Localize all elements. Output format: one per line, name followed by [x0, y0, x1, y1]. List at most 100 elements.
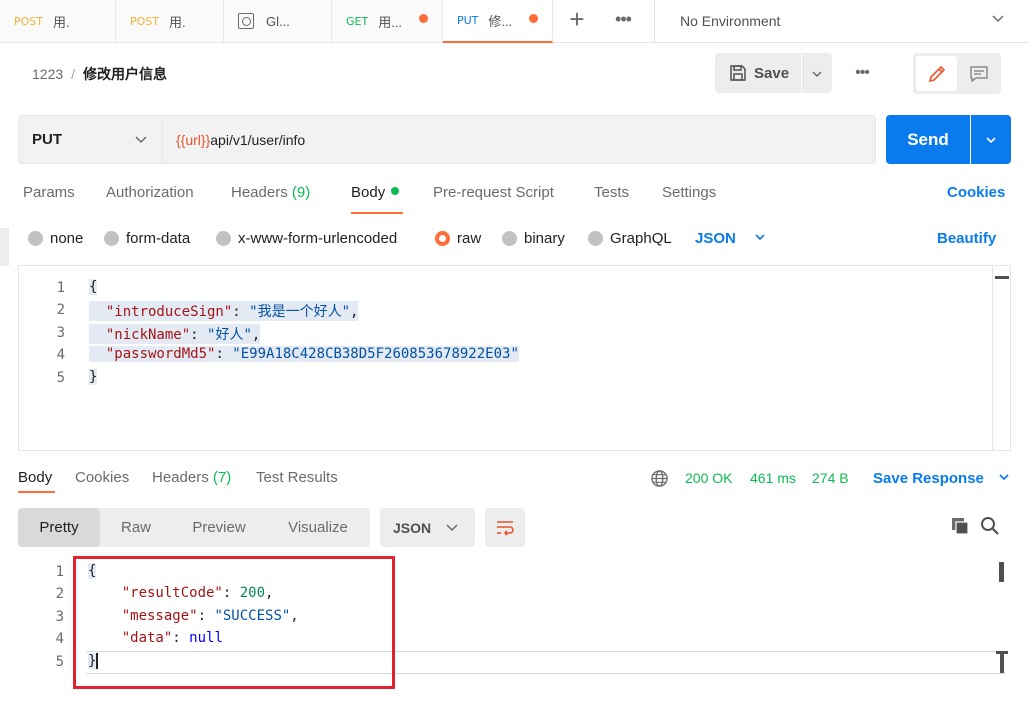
save-response-button[interactable]: Save Response [873, 470, 1010, 487]
documentation-icon[interactable] [959, 56, 998, 91]
tab-body[interactable]: Body [351, 184, 400, 201]
tab-name: Gl... [266, 13, 290, 29]
wrap-lines-icon[interactable] [485, 508, 525, 547]
view-mode-switch [913, 53, 1001, 94]
radio-selected-icon [435, 231, 450, 246]
response-tab-cookies[interactable]: Cookies [75, 469, 129, 486]
editor-scrollbar[interactable] [992, 266, 1010, 450]
tab-settings[interactable]: Settings [662, 184, 716, 201]
scrollbar-thumb[interactable] [999, 562, 1004, 582]
request-tab[interactable]: POST 用. [116, 0, 224, 42]
request-tab-active[interactable]: PUT 修... [443, 0, 553, 43]
method-value: PUT [32, 131, 62, 148]
line-number: 5 [56, 370, 65, 386]
tab-authorization[interactable]: Authorization [106, 184, 194, 201]
url-path: api/v1/user/info [210, 131, 306, 148]
response-tab-test-results[interactable]: Test Results [256, 469, 338, 486]
search-icon[interactable] [980, 516, 1000, 539]
breadcrumb-collection[interactable]: 1223 [32, 66, 63, 82]
body-type-graphql[interactable]: GraphQL [588, 230, 672, 247]
response-status[interactable]: 200 OK [685, 470, 732, 486]
unsaved-dot-icon [529, 14, 538, 23]
tab-params[interactable]: Params [23, 184, 75, 201]
save-options-chevron-icon[interactable] [802, 53, 832, 93]
beautify-button[interactable]: Beautify [937, 230, 996, 247]
json-value: "E99A18C428CB38D5F260853678922E03" [232, 346, 519, 362]
view-preview[interactable]: Preview [178, 508, 260, 547]
json-key: "passwordMd5" [105, 346, 216, 362]
radio-icon [104, 231, 119, 246]
chevron-down-icon [754, 232, 766, 246]
more-actions-icon[interactable]: ••• [846, 58, 878, 88]
request-tab[interactable]: GET 用... [332, 0, 443, 42]
view-raw[interactable]: Raw [106, 508, 166, 547]
request-body-editor[interactable]: 1 2 3 4 5 { "introduceSign": "我是一个好人", "… [18, 265, 1011, 451]
code-line: "passwordMd5": "E99A18C428CB38D5F2608536… [89, 346, 519, 362]
save-button[interactable]: Save [715, 53, 801, 93]
send-options-chevron-icon[interactable] [971, 115, 1011, 164]
tab-pre-request-script[interactable]: Pre-request Script [433, 184, 554, 201]
body-type-raw[interactable]: raw [435, 230, 481, 247]
chevron-down-icon [445, 520, 459, 537]
body-type-none[interactable]: none [28, 230, 83, 247]
tab-name: 用. [169, 14, 186, 30]
body-format-select[interactable]: JSON [695, 230, 766, 247]
breadcrumb-separator: / [71, 66, 76, 82]
copy-icon[interactable] [950, 516, 970, 539]
request-tab[interactable]: POST 用. [0, 0, 116, 42]
response-format-select[interactable]: JSON [380, 508, 475, 547]
radio-icon [588, 231, 603, 246]
cookies-link[interactable]: Cookies [947, 184, 1005, 201]
scrollbar-thumb[interactable] [995, 276, 1009, 279]
request-tab-strip: POST 用. POST 用. Gl... GET 用... PUT 修... … [0, 0, 1029, 43]
response-size[interactable]: 274 B [812, 470, 849, 486]
save-icon [730, 65, 746, 81]
radio-label: none [50, 230, 84, 247]
new-tab-plus-icon[interactable]: + [560, 4, 594, 38]
radio-label: x-www-form-urlencoded [238, 230, 398, 247]
tab-body-label: Body [351, 184, 386, 201]
resize-handle[interactable] [994, 651, 1010, 673]
more-tabs-icon[interactable]: ••• [606, 4, 640, 38]
response-tab-headers[interactable]: Headers (7) [152, 469, 231, 486]
request-title[interactable]: 修改用户信息 [83, 64, 167, 84]
json-key: "introduceSign" [105, 304, 233, 320]
response-headers-count: (7) [212, 469, 232, 486]
body-type-urlencoded[interactable]: x-www-form-urlencoded [216, 230, 397, 247]
body-type-form-data[interactable]: form-data [104, 230, 190, 247]
headers-count: (9) [291, 184, 311, 201]
radio-label: binary [524, 230, 565, 247]
line-number: 4 [56, 347, 65, 363]
body-type-binary[interactable]: binary [502, 230, 565, 247]
sidebar-edge [0, 228, 9, 266]
tab-tests[interactable]: Tests [594, 184, 629, 201]
tab-name: 用... [378, 14, 403, 30]
tab-name: 用. [53, 14, 70, 30]
code-line: } [89, 369, 98, 385]
json-key: "nickName" [105, 327, 191, 343]
request-tab[interactable]: Gl... [224, 0, 332, 42]
line-number: 2 [56, 302, 65, 318]
line-number: 3 [55, 609, 64, 625]
radio-icon [502, 231, 517, 246]
url-variable: {{url}} [176, 131, 211, 148]
globe-icon[interactable] [650, 469, 669, 491]
url-input[interactable]: {{url}} api/v1/user/info [163, 115, 876, 164]
response-tab-body[interactable]: Body [18, 469, 52, 486]
tab-method: POST [130, 14, 159, 28]
http-method-select[interactable]: PUT [18, 115, 163, 164]
send-button[interactable]: Send [886, 115, 970, 164]
view-visualize[interactable]: Visualize [272, 508, 364, 547]
response-view-switch: Pretty Raw Preview Visualize [18, 508, 370, 547]
chevron-down-icon [991, 11, 1005, 28]
response-time[interactable]: 461 ms [750, 470, 796, 486]
response-scrollbar[interactable] [993, 556, 1011, 723]
tab-headers[interactable]: Headers (9) [231, 184, 310, 201]
code-line: "introduceSign": "我是一个好人", [89, 301, 359, 321]
tab-method: PUT [457, 14, 479, 27]
radio-label: raw [457, 230, 482, 247]
code-line: { [89, 279, 98, 295]
view-pretty[interactable]: Pretty [18, 508, 100, 547]
edit-pencil-icon[interactable] [916, 56, 957, 91]
environment-selector[interactable]: No Environment [654, 0, 1029, 42]
